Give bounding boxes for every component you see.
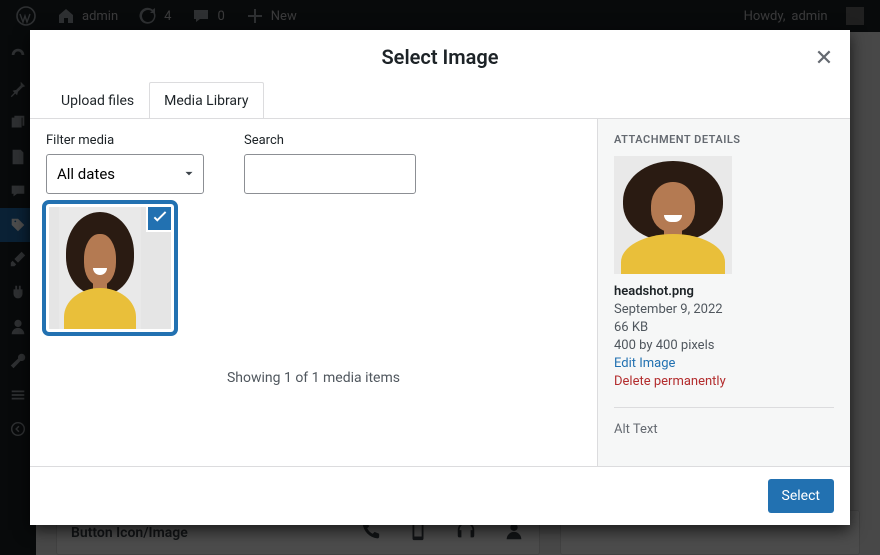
filter-date: Filter media All dates [46, 133, 204, 194]
close-icon: ✕ [815, 46, 833, 71]
modal-body: Filter media All dates Search [30, 119, 850, 466]
filter-media-label: Filter media [46, 133, 204, 148]
modal-header: Select Image ✕ [30, 30, 850, 72]
media-filters: Filter media All dates Search [46, 133, 581, 194]
edit-image-link[interactable]: Edit Image [614, 356, 834, 371]
details-heading: ATTACHMENT DETAILS [614, 133, 834, 146]
details-divider [614, 407, 834, 408]
media-thumb-headshot[interactable] [46, 204, 174, 332]
delete-permanently-link[interactable]: Delete permanently [614, 374, 834, 389]
items-count: Showing 1 of 1 media items [46, 370, 581, 386]
alt-text-label: Alt Text [614, 422, 834, 437]
details-thumbnail [614, 156, 732, 274]
filter-search: Search [244, 133, 416, 194]
modal-footer: Select [30, 466, 850, 525]
modal-title: Select Image [46, 42, 834, 72]
attachment-filename: headshot.png [614, 284, 834, 299]
attachment-date: September 9, 2022 [614, 302, 834, 317]
select-button[interactable]: Select [768, 479, 834, 513]
media-modal: Select Image ✕ Upload files Media Librar… [30, 30, 850, 525]
media-thumbnails [46, 204, 581, 332]
modal-tabs: Upload files Media Library [30, 72, 850, 119]
selected-checkmark[interactable] [147, 205, 173, 231]
date-filter-select[interactable]: All dates [46, 154, 204, 194]
search-label: Search [244, 133, 416, 148]
attachment-details: ATTACHMENT DETAILS headshot.png Septembe… [597, 119, 850, 466]
check-icon [151, 209, 169, 227]
media-browser: Filter media All dates Search [30, 119, 597, 466]
tab-media-library[interactable]: Media Library [149, 82, 263, 119]
attachment-filesize: 66 KB [614, 320, 834, 335]
thumbnail-image [59, 207, 141, 329]
modal-close-button[interactable]: ✕ [806, 40, 842, 76]
tab-upload-files[interactable]: Upload files [46, 82, 149, 119]
search-input[interactable] [244, 154, 416, 194]
attachment-dimensions: 400 by 400 pixels [614, 338, 834, 353]
